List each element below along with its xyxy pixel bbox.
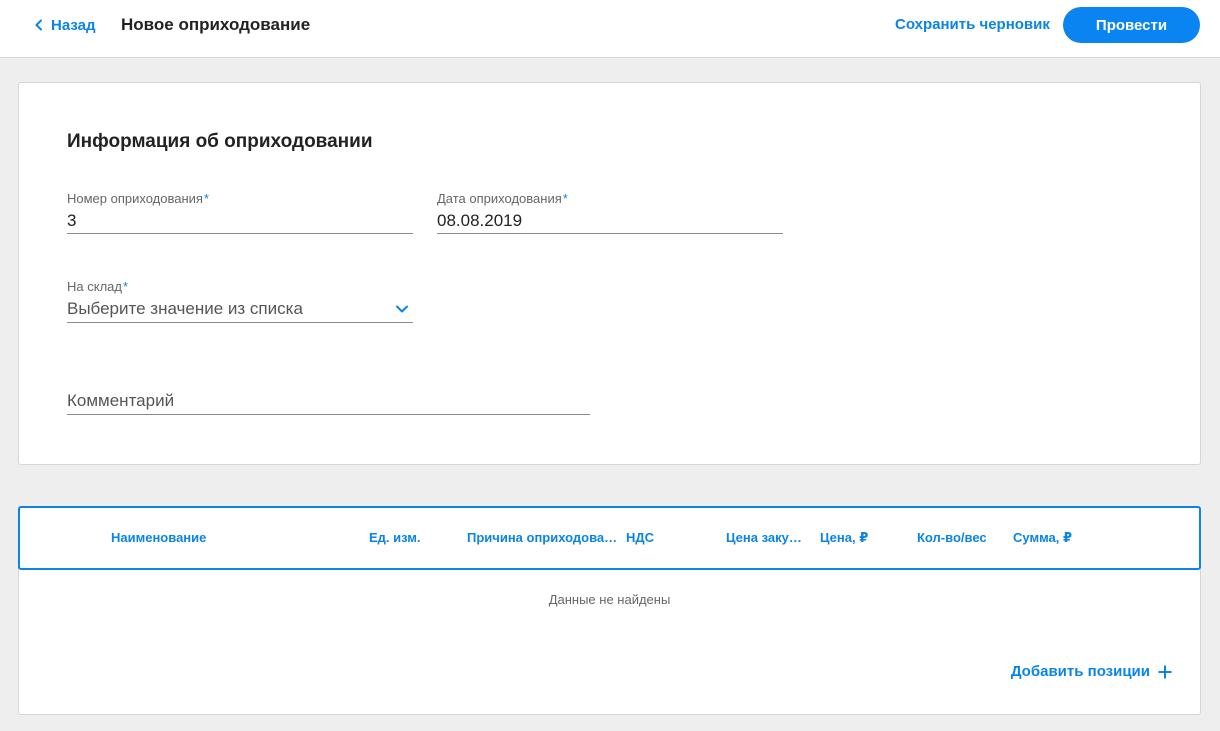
chevron-down-icon xyxy=(396,305,408,313)
post-button[interactable]: Провести xyxy=(1063,7,1200,43)
column-header[interactable]: Цена, ₽ xyxy=(820,530,910,546)
required-mark: * xyxy=(122,279,129,294)
column-header[interactable]: Сумма, ₽ xyxy=(1013,530,1103,546)
info-card: Информация об оприходовании Номер оприхо… xyxy=(18,82,1201,465)
warehouse-select[interactable]: Выберите значение из списка xyxy=(67,296,413,323)
comment-input[interactable] xyxy=(67,387,590,415)
save-draft-button[interactable]: Сохранить черновик xyxy=(895,16,1050,33)
number-field: Номер оприходования* xyxy=(67,191,413,234)
warehouse-label-text: На склад xyxy=(67,279,122,294)
required-mark: * xyxy=(562,191,568,206)
items-table: Наименование Ед. изм. Причина оприходова… xyxy=(18,506,1201,715)
required-mark: * xyxy=(203,191,210,206)
warehouse-field: На склад* Выберите значение из списка xyxy=(67,279,413,323)
empty-state-text: Данные не найдены xyxy=(548,592,671,607)
warehouse-label: На склад* xyxy=(67,279,413,295)
column-header[interactable]: Наименование xyxy=(111,530,351,545)
date-label-text: Дата оприходования xyxy=(437,191,562,206)
add-items-label: Добавить позиции xyxy=(1010,663,1150,680)
section-title: Информация об оприходовании xyxy=(67,131,373,152)
warehouse-select-value: Выберите значение из списка xyxy=(67,299,303,318)
back-label: Назад xyxy=(51,16,96,34)
page-title: Новое оприходование xyxy=(121,15,311,34)
date-field: Дата оприходования* xyxy=(437,191,783,234)
add-items-button[interactable]: Добавить позиции xyxy=(1011,663,1172,680)
column-header[interactable]: Цена закупки xyxy=(726,530,809,545)
date-input[interactable] xyxy=(437,208,783,234)
column-header[interactable]: НДС xyxy=(626,530,716,545)
chevron-left-icon xyxy=(35,19,42,31)
column-header[interactable]: Ед. изм. xyxy=(369,530,459,545)
number-label-text: Номер оприходования xyxy=(67,191,203,206)
table-header: Наименование Ед. изм. Причина оприходова… xyxy=(18,506,1201,570)
column-header[interactable]: Причина оприходования xyxy=(467,530,619,545)
plus-icon xyxy=(1158,665,1172,678)
top-bar: Назад Новое оприходование Сохранить черн… xyxy=(0,0,1220,58)
date-label: Дата оприходования* xyxy=(437,191,783,207)
number-label: Номер оприходования* xyxy=(67,191,413,207)
comment-field xyxy=(67,387,590,415)
back-link[interactable]: Назад xyxy=(33,15,95,35)
column-header[interactable]: Кол-во/вес xyxy=(917,530,1007,545)
number-input[interactable] xyxy=(67,208,413,234)
